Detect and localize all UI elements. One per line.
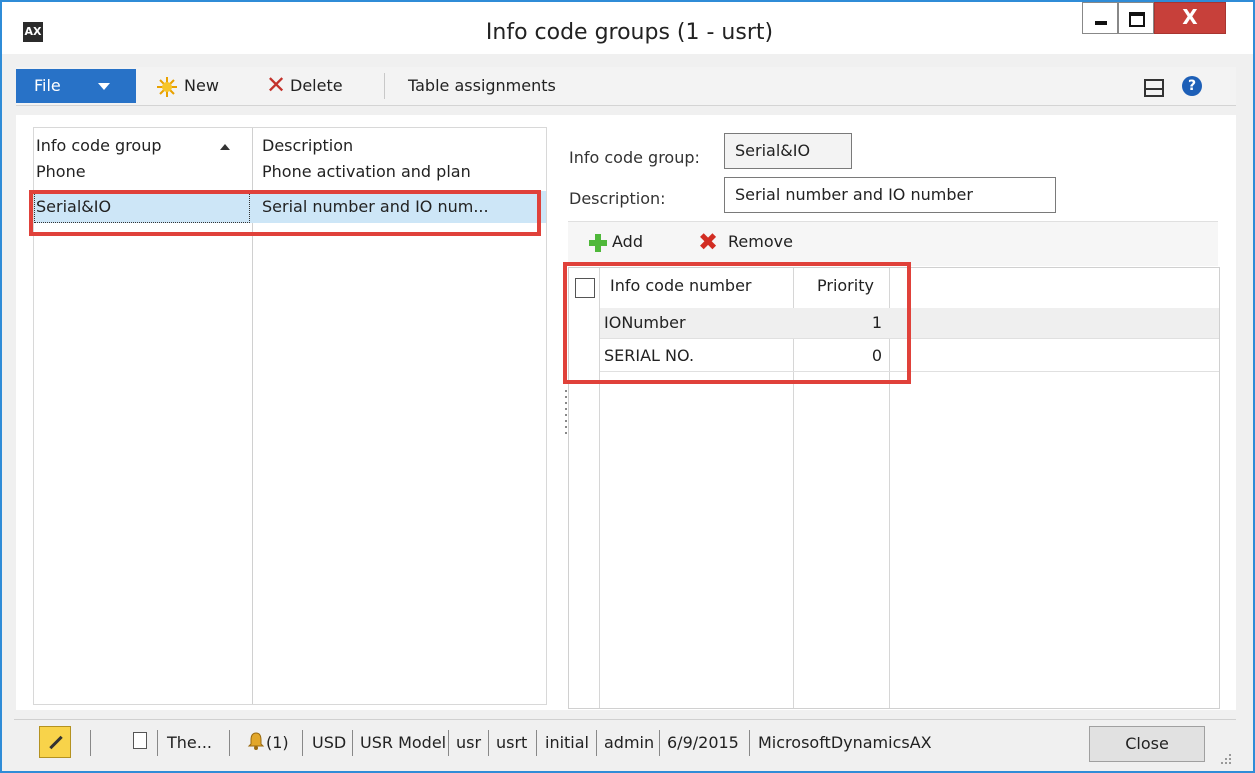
status-divider xyxy=(352,730,353,756)
document-handling-icon[interactable] xyxy=(133,732,147,749)
delete-label: Delete xyxy=(290,76,343,95)
sun-icon xyxy=(157,77,177,97)
remove-x-icon: ✖ xyxy=(698,228,719,256)
maximize-button[interactable] xyxy=(1118,2,1154,34)
status-divider xyxy=(596,730,597,756)
status-date[interactable]: 6/9/2015 xyxy=(667,733,739,752)
help-icon[interactable]: ? xyxy=(1182,76,1202,96)
description-cell: Phone activation and plan xyxy=(262,162,471,181)
status-partition[interactable]: usr xyxy=(456,733,481,752)
status-model[interactable]: USR Model xyxy=(360,733,446,752)
chevron-down-icon xyxy=(98,83,110,90)
remove-label: Remove xyxy=(728,232,793,251)
status-divider xyxy=(488,730,489,756)
lines-toolbar: Add ✖ Remove xyxy=(568,221,1218,266)
status-company[interactable]: usrt xyxy=(496,733,527,752)
highlight-box-list xyxy=(29,190,541,236)
action-pane: File New ✕ Delete Table assignments ? xyxy=(16,67,1236,106)
close-button[interactable]: Close xyxy=(1089,726,1205,762)
file-menu-button[interactable]: File xyxy=(16,69,136,103)
status-divider xyxy=(302,730,303,756)
description-field[interactable]: Serial number and IO number xyxy=(724,177,1056,213)
status-user[interactable]: admin xyxy=(604,733,654,752)
new-label: New xyxy=(184,76,219,95)
list-row[interactable]: Phone Phone activation and plan xyxy=(34,158,546,186)
info-code-group-label: Info code group: xyxy=(569,148,700,167)
delete-x-icon: ✕ xyxy=(266,71,287,99)
column-header-description[interactable]: Description xyxy=(262,136,353,155)
edit-pencil-icon[interactable] xyxy=(39,726,71,758)
ribbon-divider xyxy=(384,73,385,99)
close-window-button[interactable]: X xyxy=(1154,2,1226,34)
notification-count[interactable]: (1) xyxy=(266,733,289,752)
status-divider xyxy=(448,730,449,756)
resize-grip-icon[interactable] xyxy=(1221,754,1231,764)
group-cell: Phone xyxy=(36,162,86,181)
status-product[interactable]: MicrosoftDynamicsAX xyxy=(758,733,932,752)
file-label: File xyxy=(34,76,61,95)
panel-toggle-icon[interactable] xyxy=(1144,79,1164,97)
status-divider xyxy=(157,730,158,756)
sort-ascending-icon xyxy=(220,144,230,150)
pane-splitter[interactable] xyxy=(565,390,567,440)
status-divider xyxy=(90,730,91,756)
plus-icon xyxy=(589,234,607,252)
description-label: Description: xyxy=(569,189,666,208)
title-bar: AX Info code groups (1 - usrt) X xyxy=(2,2,1253,54)
minimize-button[interactable] xyxy=(1082,2,1118,34)
status-currency[interactable]: USD xyxy=(312,733,346,752)
info-code-group-field[interactable]: Serial&IO xyxy=(724,133,852,169)
bell-icon[interactable] xyxy=(247,732,265,750)
column-header-info-code-group[interactable]: Info code group xyxy=(36,136,162,155)
status-item-message[interactable]: The... xyxy=(167,733,212,752)
status-divider xyxy=(229,730,230,756)
status-divider xyxy=(536,730,537,756)
window-title: Info code groups (1 - usrt) xyxy=(485,20,774,45)
status-divider xyxy=(659,730,660,756)
add-label: Add xyxy=(612,232,643,251)
highlight-box-grid xyxy=(563,262,911,384)
status-layer[interactable]: initial xyxy=(545,733,589,752)
table-assignments-button[interactable]: Table assignments xyxy=(408,67,556,105)
status-divider xyxy=(749,730,750,756)
status-bar: The... (1) USD USR Model usr usrt initia… xyxy=(14,719,1236,768)
